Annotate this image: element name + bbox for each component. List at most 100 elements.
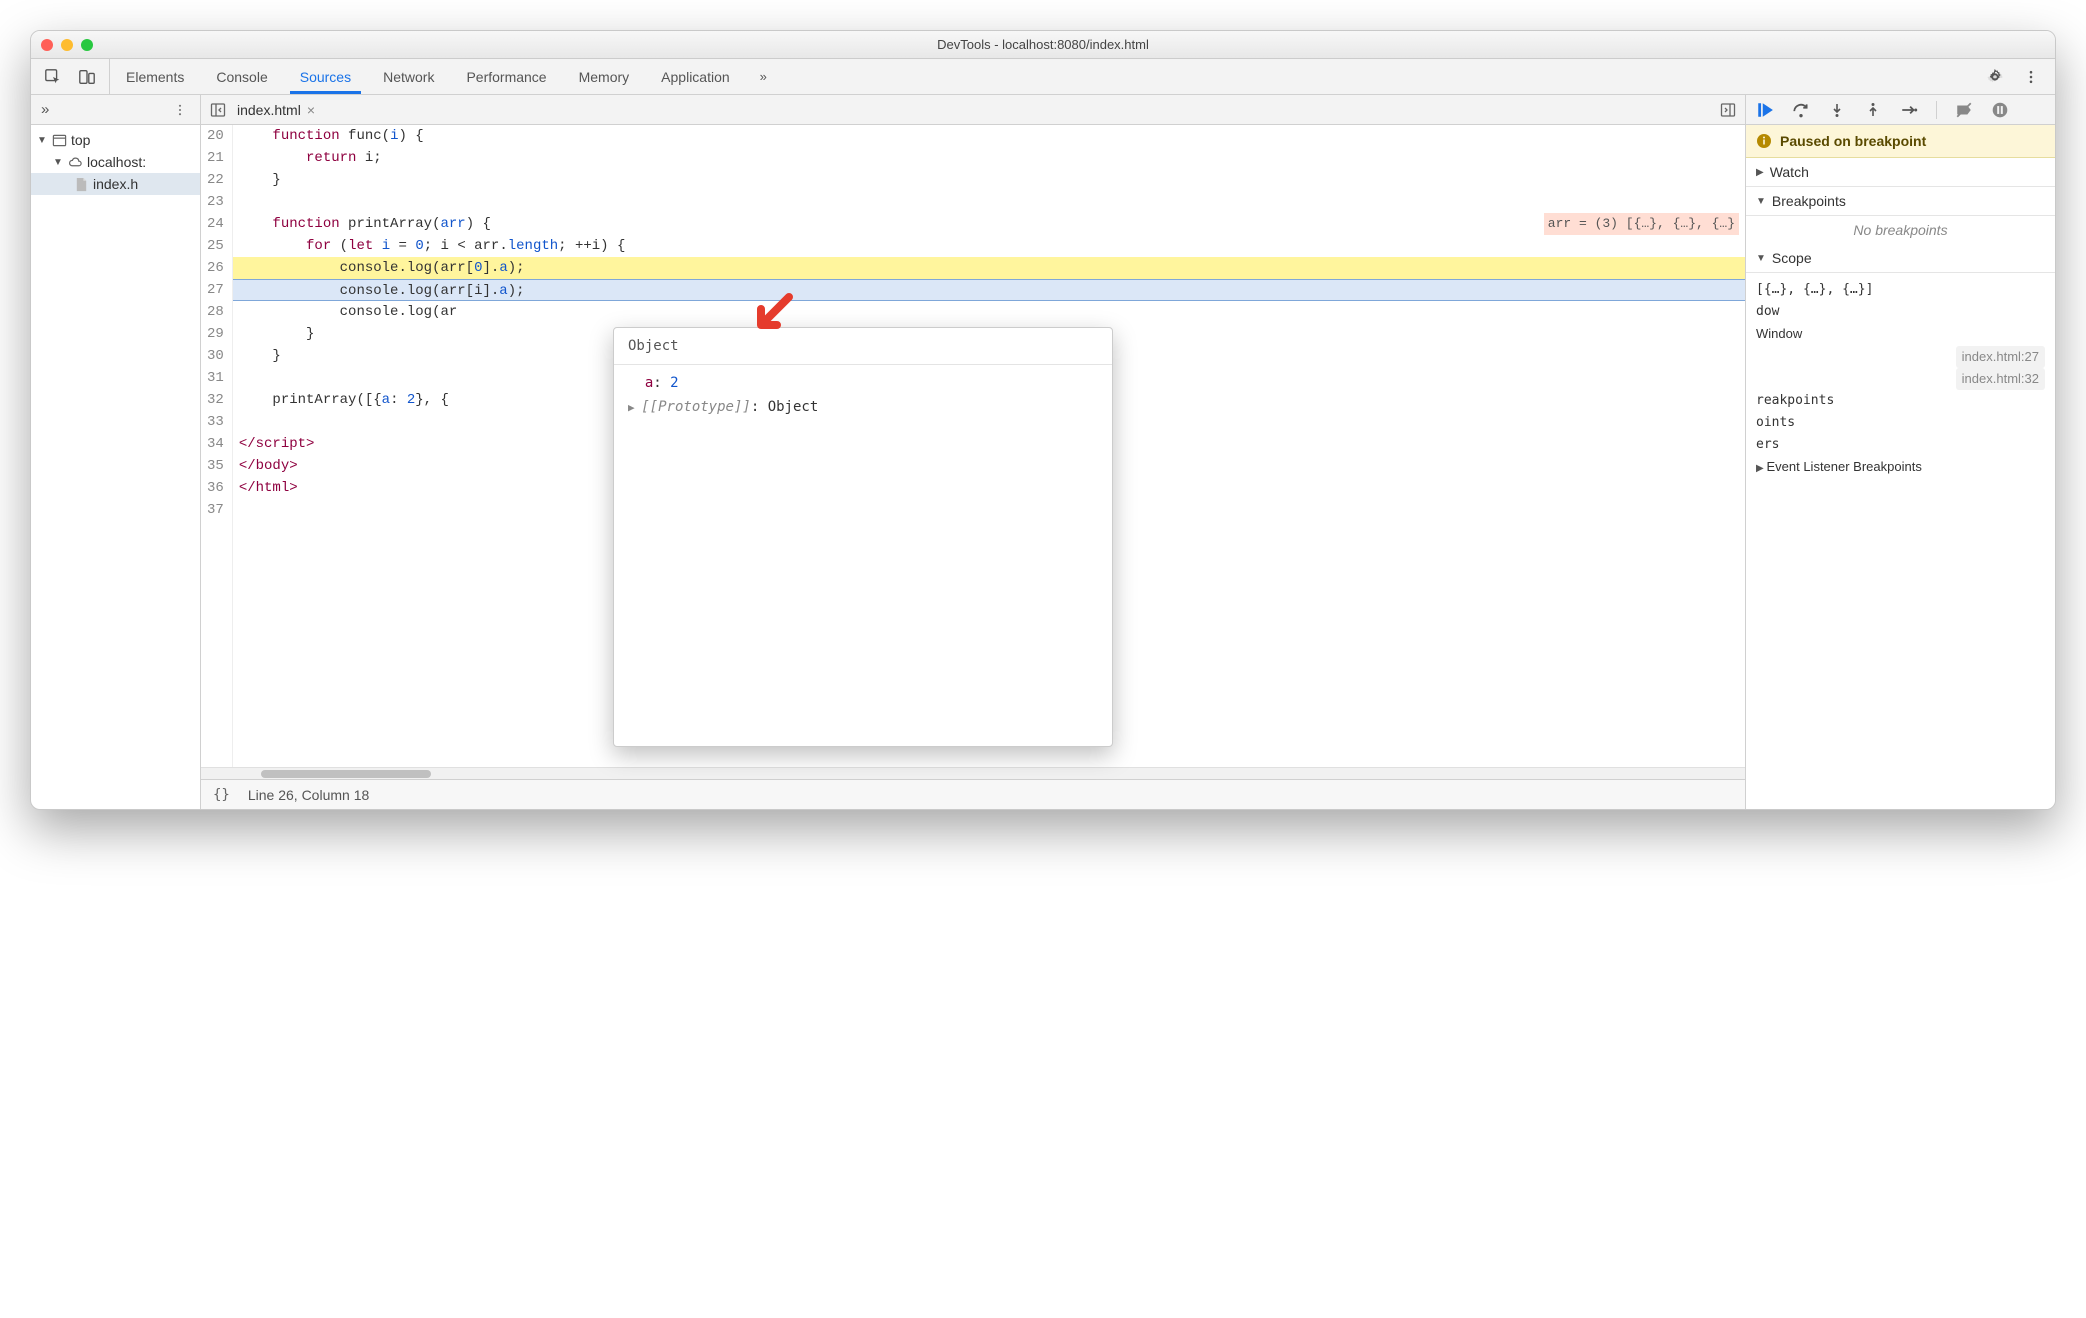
gutter-line[interactable]: 37	[207, 499, 224, 521]
scope-row[interactable]: oints	[1756, 412, 2045, 434]
gutter-line[interactable]: 20	[207, 125, 224, 147]
tab-performance[interactable]: Performance	[450, 59, 562, 94]
gutter-line[interactable]: 35	[207, 455, 224, 477]
step-out-icon[interactable]	[1864, 101, 1882, 119]
resume-icon[interactable]	[1756, 101, 1774, 119]
caret-down-icon: ▼	[37, 135, 47, 146]
popup-property-row[interactable]: a: 2	[628, 371, 1098, 395]
more-options-icon[interactable]	[2021, 67, 2041, 87]
gutter-line[interactable]: 34	[207, 433, 224, 455]
scope-row[interactable]: ers	[1756, 434, 2045, 456]
close-tab-icon[interactable]: ×	[307, 102, 315, 118]
status-bar: {} Line 26, Column 18	[201, 779, 1745, 809]
section-event-listener-breakpoints[interactable]: ▶ Event Listener Breakpoints	[1756, 456, 2045, 480]
popup-prototype-row[interactable]: ▶ [[Prototype]]: Object	[628, 395, 1098, 420]
inline-value-preview: arr = (3) [{…}, {…}, {…}	[1544, 213, 1739, 235]
tree-item-file[interactable]: index.h	[31, 173, 200, 195]
code-line[interactable]	[233, 191, 1745, 213]
gutter-line[interactable]: 29	[207, 323, 224, 345]
tab-elements[interactable]: Elements	[110, 59, 200, 94]
code-line[interactable]: console.log(arr[0].a);	[233, 257, 1745, 279]
window-controls	[41, 39, 93, 51]
scope-row[interactable]: index.html:32	[1756, 368, 2045, 390]
scope-row[interactable]: Window	[1756, 323, 2045, 346]
navigator-overflow-button[interactable]: »	[41, 101, 49, 118]
tab-memory[interactable]: Memory	[563, 59, 646, 94]
navigator-more-icon[interactable]	[170, 100, 190, 120]
deactivate-breakpoints-icon[interactable]	[1955, 101, 1973, 119]
scope-row[interactable]: index.html:27	[1756, 346, 2045, 368]
code-line[interactable]: console.log(arr[i].a);	[233, 279, 1745, 301]
tab-application[interactable]: Application	[645, 59, 746, 94]
gutter-line[interactable]: 22	[207, 169, 224, 191]
cursor-status: Line 26, Column 18	[248, 787, 369, 803]
tab-label: Elements	[126, 69, 184, 85]
gutter-line[interactable]: 25	[207, 235, 224, 257]
section-breakpoints[interactable]: ▼ Breakpoints	[1746, 187, 2055, 216]
gutter-line[interactable]: 36	[207, 477, 224, 499]
step-into-icon[interactable]	[1828, 101, 1846, 119]
device-toolbar-icon[interactable]	[77, 67, 97, 87]
tabs-overflow-button[interactable]: »	[746, 59, 781, 94]
code-line[interactable]: function printArray(arr) {arr = (3) [{…}…	[233, 213, 1745, 235]
step-over-icon[interactable]	[1792, 101, 1810, 119]
section-label: Breakpoints	[1772, 193, 1846, 209]
section-watch[interactable]: ▶ Watch	[1746, 158, 2055, 187]
code-line[interactable]: console.log(ar	[233, 301, 1745, 323]
tab-sources[interactable]: Sources	[284, 59, 367, 94]
code-line[interactable]: function func(i) {	[233, 125, 1745, 147]
call-frame-location[interactable]: index.html:32	[1956, 368, 2045, 390]
tab-label: Application	[661, 69, 730, 85]
scrollbar-thumb[interactable]	[261, 770, 431, 778]
code-line[interactable]: for (let i = 0; i < arr.length; ++i) {	[233, 235, 1745, 257]
popup-value: 2	[670, 375, 678, 391]
tree-label: index.h	[93, 176, 138, 192]
gutter-line[interactable]: 21	[207, 147, 224, 169]
caret-right-icon: ▶	[1756, 167, 1764, 178]
section-label: Scope	[1772, 250, 1812, 266]
scope-row[interactable]: [{…}, {…}, {…}]	[1756, 279, 2045, 301]
gutter-line[interactable]: 24	[207, 213, 224, 235]
code-line[interactable]: return i;	[233, 147, 1745, 169]
toggle-navigator-icon[interactable]	[209, 101, 227, 119]
gutter-line[interactable]: 30	[207, 345, 224, 367]
minimize-window-button[interactable]	[61, 39, 73, 51]
tree-item-top[interactable]: ▼ top	[31, 129, 200, 151]
navigator-panel: » ▼ top ▼ localhost:	[31, 95, 201, 809]
step-icon[interactable]	[1900, 101, 1918, 119]
object-hover-popup[interactable]: Object a: 2 ▶ [[Prototype]]: Object	[613, 327, 1113, 747]
window-title: DevTools - localhost:8080/index.html	[31, 37, 2055, 52]
navigator-header: »	[31, 95, 200, 125]
code-line[interactable]: }	[233, 169, 1745, 191]
window-icon	[51, 132, 67, 148]
inspect-element-icon[interactable]	[43, 67, 63, 87]
tab-label: Memory	[579, 69, 630, 85]
gutter-line[interactable]: 28	[207, 301, 224, 323]
gutter-line[interactable]: 33	[207, 411, 224, 433]
section-scope[interactable]: ▼ Scope	[1746, 244, 2055, 273]
toggle-debugger-icon[interactable]	[1719, 101, 1737, 119]
popup-proto-value: Object	[768, 399, 819, 415]
call-frame-location[interactable]: index.html:27	[1956, 346, 2045, 368]
tab-console[interactable]: Console	[200, 59, 283, 94]
tab-network[interactable]: Network	[367, 59, 450, 94]
debugger-panel: Paused on breakpoint ▶ Watch ▼ Breakpoin…	[1745, 95, 2055, 809]
cloud-icon	[67, 154, 83, 170]
gutter-line[interactable]: 23	[207, 191, 224, 213]
tree-item-origin[interactable]: ▼ localhost:	[31, 151, 200, 173]
editor-tab-index[interactable]: index.html ×	[237, 102, 315, 118]
gutter-line[interactable]: 27	[207, 279, 224, 301]
tree-label: localhost:	[87, 154, 146, 170]
gutter-line[interactable]: 26	[207, 257, 224, 279]
settings-gear-icon[interactable]	[1985, 67, 2005, 87]
zoom-window-button[interactable]	[81, 39, 93, 51]
scope-row[interactable]: dow	[1756, 301, 2045, 323]
scope-row[interactable]: reakpoints	[1756, 390, 2045, 412]
close-window-button[interactable]	[41, 39, 53, 51]
pause-exceptions-icon[interactable]	[1991, 101, 2009, 119]
pretty-print-icon[interactable]: {}	[213, 787, 230, 803]
gutter-line[interactable]: 31	[207, 367, 224, 389]
horizontal-scrollbar[interactable]	[201, 767, 1745, 779]
gutter-line[interactable]: 32	[207, 389, 224, 411]
caret-right-icon: ▶	[628, 401, 641, 414]
